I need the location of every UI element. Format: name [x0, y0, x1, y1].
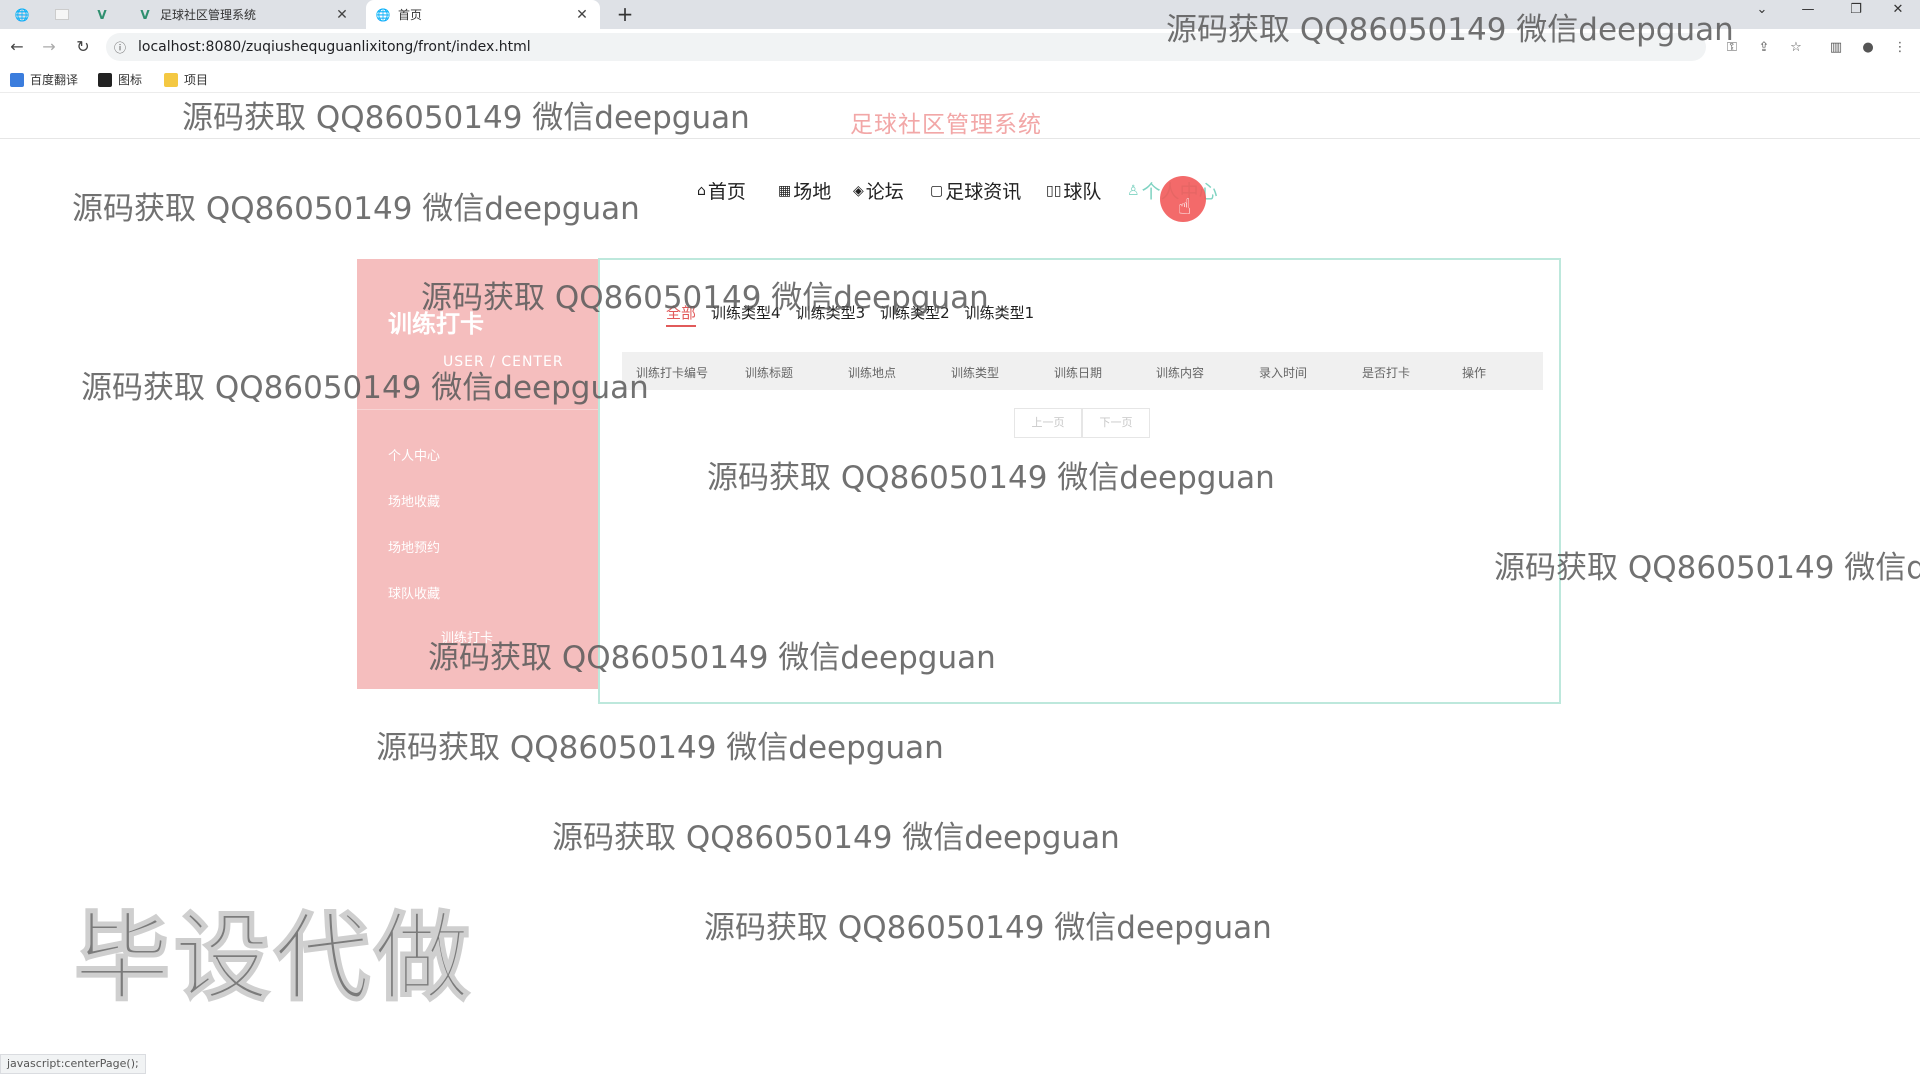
- site-title: 足球社区管理系统: [850, 112, 1042, 138]
- vue-logo-icon: V: [140, 7, 150, 22]
- team-icon: ▯▯: [1046, 182, 1062, 199]
- new-tab-button[interactable]: +: [612, 2, 638, 28]
- tab-search-button[interactable]: ⌄: [1742, 0, 1782, 20]
- hand-cursor-icon: ☝: [1178, 195, 1192, 220]
- close-window-button[interactable]: ✕: [1878, 0, 1918, 20]
- bookmarks-bar: 百度翻译 图标 项目: [0, 65, 1920, 93]
- sidebar-item-field-booking[interactable]: 场地预约: [388, 537, 440, 556]
- column-header: 训练日期: [1054, 366, 1103, 380]
- sidebar-item-team-favorites[interactable]: 球队收藏: [388, 583, 440, 602]
- folder-icon: [164, 72, 178, 87]
- globe-icon: 🌐: [375, 7, 391, 22]
- nav-teams[interactable]: ▯▯ 球队: [1046, 177, 1101, 204]
- sidebar-item-profile[interactable]: 个人中心: [388, 445, 440, 464]
- forward-button[interactable]: →: [38, 37, 60, 57]
- close-icon[interactable]: ✕: [574, 7, 590, 23]
- watermark-text: 源码获取 QQ86050149 微信deepguan: [707, 460, 1275, 496]
- column-header: 是否打卡: [1362, 366, 1411, 380]
- info-icon[interactable]: ⓘ: [114, 39, 126, 56]
- watermark-text: 源码获取 QQ86050149 微信deepguan: [376, 730, 944, 766]
- column-header: 训练类型: [951, 366, 1000, 380]
- nav-fields[interactable]: ▦ 场地: [778, 177, 831, 204]
- share-icon[interactable]: ⇪: [1754, 39, 1774, 57]
- big-watermark: 毕设代做: [73, 901, 474, 1015]
- menu-icon[interactable]: ⋮: [1890, 39, 1910, 57]
- watermark-text: 源码获取 QQ86050149 微信deepguan: [704, 910, 1272, 946]
- watermark-text: 源码获取 QQ86050149 微信deepguan: [72, 191, 640, 227]
- column-header: 录入时间: [1259, 366, 1308, 380]
- bookmark-label: 图标: [118, 73, 143, 87]
- sidebar-item-field-favorites[interactable]: 场地收藏: [388, 491, 440, 510]
- bookmark-item[interactable]: 项目: [164, 71, 208, 88]
- nav-label: 场地: [793, 181, 832, 203]
- nav-label: 首页: [707, 181, 746, 203]
- bookmark-item[interactable]: 百度翻译: [10, 71, 78, 88]
- nav-label: 论坛: [865, 181, 904, 203]
- home-icon: ⌂: [697, 182, 706, 199]
- sidebar-divider: [357, 409, 598, 410]
- close-icon[interactable]: ✕: [334, 7, 350, 23]
- profile-icon[interactable]: ●: [1858, 39, 1878, 57]
- tab-pinned-2[interactable]: [50, 0, 74, 29]
- translate-icon: [10, 72, 24, 87]
- restore-button[interactable]: ❐: [1836, 0, 1876, 20]
- vue-logo-icon: V: [97, 7, 107, 22]
- user-center-sidebar: 训练打卡 USER / CENTER 个人中心 场地收藏 场地预约 球队收藏 训…: [357, 259, 598, 689]
- watermark-text: 源码获取 QQ86050149 微信deepguan: [182, 100, 750, 136]
- minimize-button[interactable]: —: [1788, 0, 1828, 20]
- next-page-button[interactable]: 下一页: [1082, 408, 1150, 438]
- tab-label: 首页: [398, 8, 423, 22]
- column-header: 操作: [1462, 366, 1487, 380]
- layers-icon: ◈: [853, 182, 864, 199]
- globe-icon: 🌐: [14, 7, 30, 22]
- nav-forum[interactable]: ◈ 论坛: [853, 177, 904, 204]
- tab-pinned-3[interactable]: V: [90, 0, 114, 29]
- nav-news[interactable]: ▢ 足球资讯: [930, 177, 1021, 204]
- table-header: 训练打卡编号 训练标题 训练地点 训练类型 训练日期 训练内容 录入时间 是否打…: [622, 352, 1543, 390]
- watermark-text: 源码获取 QQ86050149 微信deepguan: [428, 640, 996, 676]
- news-icon: ▢: [930, 182, 944, 199]
- status-bar: javascript:centerPage();: [0, 1054, 146, 1074]
- watermark-text: 源码获取 QQ86050149 微信de: [1494, 550, 1920, 586]
- reload-button[interactable]: ↻: [72, 37, 94, 57]
- tab-pinned-1[interactable]: 🌐: [10, 0, 34, 29]
- nav-home[interactable]: ⌂ 首页: [697, 177, 746, 204]
- tab-football-system[interactable]: V 足球社区管理系统 ✕: [128, 0, 360, 29]
- nav-label: 足球资讯: [945, 181, 1022, 203]
- column-header: 训练内容: [1156, 366, 1205, 380]
- user-icon: ♙: [1127, 182, 1140, 199]
- bookmark-label: 项目: [184, 73, 209, 87]
- blank-page-icon: [55, 9, 69, 20]
- bookmark-item[interactable]: 图标: [98, 71, 142, 88]
- column-header: 训练标题: [745, 366, 794, 380]
- image-icon: [98, 72, 112, 87]
- watermark-text: 源码获取 QQ86050149 微信deepguan: [552, 820, 1120, 856]
- url-text: localhost:8080/zuqiushequguanlixitong/fr…: [138, 39, 531, 55]
- prev-page-button[interactable]: 上一页: [1014, 408, 1082, 438]
- watermark-text: 源码获取 QQ86050149 微信deepguan: [421, 280, 989, 316]
- nav-label: 球队: [1063, 181, 1102, 203]
- back-button[interactable]: ←: [6, 37, 28, 57]
- watermark-text: 源码获取 QQ86050149 微信deepguan: [81, 370, 649, 406]
- tab-label: 足球社区管理系统: [160, 8, 257, 22]
- watermark-text: 源码获取 QQ86050149 微信deepguan: [1166, 12, 1734, 48]
- pagination: 上一页 下一页: [1014, 408, 1150, 438]
- tab-home[interactable]: 🌐 首页 ✕: [366, 0, 600, 29]
- star-icon[interactable]: ☆: [1786, 39, 1806, 57]
- bookmark-label: 百度翻译: [30, 73, 79, 87]
- field-icon: ▦: [778, 182, 792, 199]
- side-panel-icon[interactable]: ▥: [1826, 39, 1846, 57]
- column-header: 训练地点: [848, 366, 897, 380]
